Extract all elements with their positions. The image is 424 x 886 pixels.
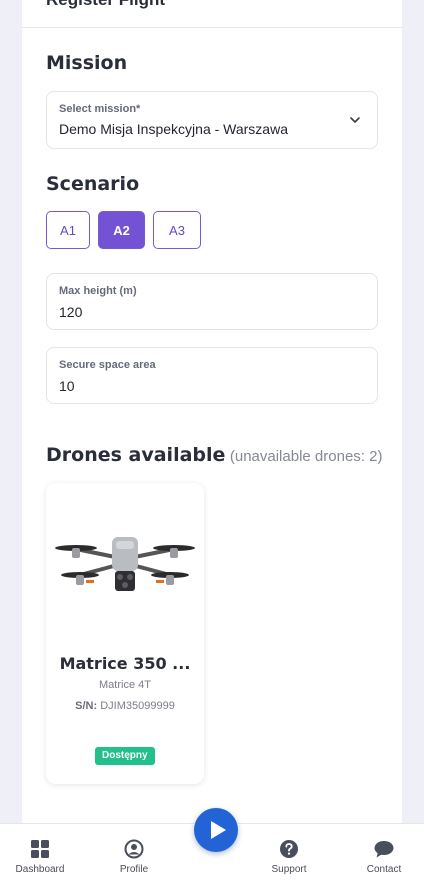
drone-name: Matrice 350 ...	[59, 654, 191, 673]
secure-space-field[interactable]: Secure space area 10	[46, 347, 378, 404]
nav-item-contact[interactable]: Contact	[344, 824, 424, 886]
nav-label-dashboard: Dashboard	[15, 864, 65, 875]
mission-select-value: Demo Misja Inspekcyjna - Warszawa	[59, 121, 288, 137]
mission-section-title: Mission	[46, 52, 128, 74]
scenario-section-title: Scenario	[46, 173, 140, 195]
scenario-button-a1[interactable]: A1	[46, 211, 90, 249]
max-height-value: 120	[59, 304, 83, 320]
nav-label-contact: Contact	[366, 864, 402, 875]
mission-select[interactable]: Select mission* Demo Misja Inspekcyjna -…	[46, 91, 378, 149]
nav-label-profile: Profile	[119, 864, 149, 875]
drone-card[interactable]: Matrice 350 ... Matrice 4T S/N: DJIM3509…	[46, 483, 204, 784]
dashboard-icon	[31, 840, 49, 858]
nav-item-dashboard[interactable]: Dashboard	[0, 824, 80, 886]
status-badge: Dostępny	[95, 747, 155, 765]
help-icon	[280, 840, 298, 858]
drones-title: Drones available	[46, 444, 226, 466]
drones-section-title: Drones available (unavailable drones: 2)	[46, 444, 382, 466]
drone-model: Matrice 4T	[99, 679, 151, 691]
profile-icon	[124, 839, 144, 859]
max-height-field[interactable]: Max height (m) 120	[46, 273, 378, 330]
scenario-button-a2[interactable]: A2	[98, 211, 145, 249]
chevron-down-icon	[350, 117, 360, 123]
max-height-label: Max height (m)	[59, 285, 137, 297]
unavailable-drones-note: (unavailable drones: 2)	[229, 448, 383, 465]
nav-item-profile[interactable]: Profile	[94, 824, 174, 886]
secure-space-value: 10	[59, 378, 75, 394]
nav-label-support: Support	[271, 864, 307, 875]
scenario-button-a3[interactable]: A3	[153, 211, 201, 249]
drone-image	[55, 537, 195, 591]
play-icon	[211, 821, 226, 839]
header-divider	[22, 27, 402, 28]
nav-item-support[interactable]: Support	[249, 824, 329, 886]
page-title: Register Flight	[46, 0, 165, 10]
secure-space-label: Secure space area	[59, 359, 156, 371]
form-panel: Register Flight Mission Select mission* …	[22, 0, 402, 830]
drone-serial: S/N: DJIM35099999	[46, 700, 204, 712]
chat-icon	[374, 841, 394, 858]
serial-value: DJIM35099999	[100, 700, 175, 712]
serial-label: S/N:	[75, 700, 98, 712]
mission-select-label: Select mission*	[59, 103, 141, 115]
start-flight-button[interactable]	[194, 808, 238, 852]
